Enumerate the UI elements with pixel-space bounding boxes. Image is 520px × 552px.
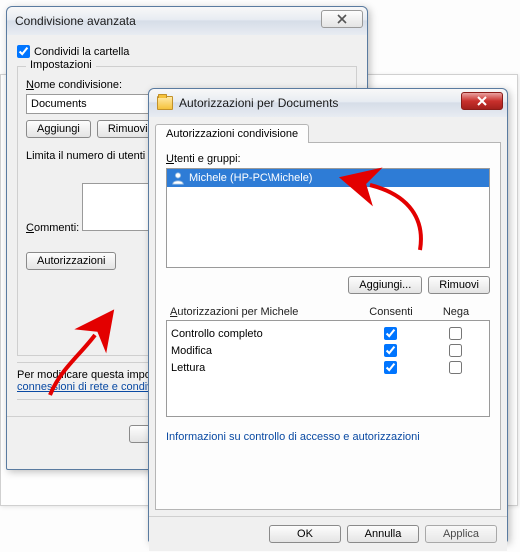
perm-allow-checkbox[interactable] [384,344,397,357]
close-button[interactable] [321,10,363,28]
perm-row: Controllo completo [167,325,489,342]
share-name-label: Nome condivisione: [26,79,122,91]
share-folder-checkbox[interactable]: Condividi la cartella [17,45,357,58]
settings-legend: Impostazioni [26,59,96,71]
allow-header: Consenti [356,306,426,318]
folder-icon [157,96,173,110]
permissions-list: Controllo completo Modifica Lettura [166,320,490,417]
tab-share-permissions[interactable]: Autorizzazioni condivisione [155,124,309,143]
perm-name: Lettura [171,362,355,374]
perm-deny-checkbox[interactable] [449,344,462,357]
comments-label: Commenti: [26,222,79,234]
permissions-button[interactable]: Autorizzazioni [26,252,116,270]
window-title: Autorizzazioni per Documents [179,96,461,110]
user-icon [171,171,185,185]
permissions-for-label: Autorizzazioni per Michele [170,306,356,318]
perm-row: Modifica [167,342,489,359]
window-title: Condivisione avanzata [15,14,321,28]
users-listbox[interactable]: Michele (HP-PC\Michele) [166,168,490,268]
add-button[interactable]: Aggiungi [26,120,91,138]
add-user-button[interactable]: Aggiungi... [348,276,422,294]
perm-deny-checkbox[interactable] [449,327,462,340]
list-item[interactable]: Michele (HP-PC\Michele) [167,169,489,187]
perm-name: Modifica [171,345,355,357]
user-name: Michele (HP-PC\Michele) [189,172,312,184]
apply-button[interactable]: Applica [425,525,497,543]
perm-row: Lettura [167,359,489,376]
close-button[interactable] [461,92,503,110]
users-groups-label: Utenti e gruppi: [166,153,241,165]
ok-button[interactable]: OK [269,525,341,543]
permissions-window: Autorizzazioni per Documents Autorizzazi… [148,88,508,542]
perm-name: Controllo completo [171,328,355,340]
access-control-info-link[interactable]: Informazioni su controllo di accesso e a… [166,431,420,443]
perm-allow-checkbox[interactable] [384,327,397,340]
cancel-button[interactable]: Annulla [347,525,419,543]
share-folder-checkbox-input[interactable] [17,45,30,58]
remove-user-button[interactable]: Rimuovi [428,276,490,294]
perm-allow-checkbox[interactable] [384,361,397,374]
perm-deny-checkbox[interactable] [449,361,462,374]
share-folder-label: Condividi la cartella [34,46,129,58]
titlebar[interactable]: Autorizzazioni per Documents [149,89,507,117]
titlebar[interactable]: Condivisione avanzata [7,7,367,35]
deny-header: Nega [426,306,486,318]
